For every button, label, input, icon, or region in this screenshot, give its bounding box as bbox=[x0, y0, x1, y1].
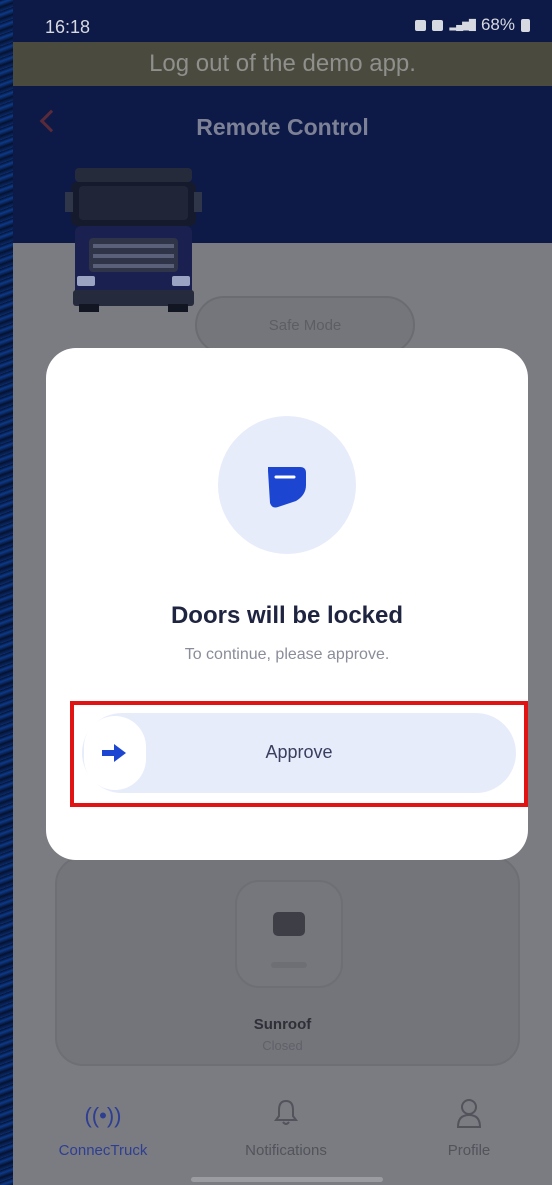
door-icon bbox=[268, 467, 306, 508]
approve-label: Approve bbox=[265, 742, 333, 762]
demo-logout-banner[interactable]: Log out of the demo app. bbox=[13, 42, 552, 86]
background-wallpaper-strip bbox=[0, 0, 13, 1185]
nav-label-notifications: Notifications bbox=[245, 1142, 327, 1159]
battery-percent: 68% bbox=[480, 15, 515, 34]
nav-item-notifications[interactable]: Notifications bbox=[216, 1098, 356, 1159]
bottom-navigation: ((•)) ConnecTruck Notifications Profile bbox=[13, 1082, 552, 1185]
signal-icon: ▂▄▆█ bbox=[449, 19, 476, 31]
door-icon-badge bbox=[218, 416, 356, 554]
nav-item-profile[interactable]: Profile bbox=[399, 1098, 539, 1159]
page-title: Remote Control bbox=[196, 114, 369, 140]
connectivity-icon: ((•)) bbox=[84, 1103, 122, 1128]
sunroof-icon bbox=[273, 912, 305, 936]
nav-item-connectruck[interactable]: ((•)) ConnecTruck bbox=[33, 1098, 173, 1159]
person-icon bbox=[399, 1098, 539, 1134]
battery-icon bbox=[521, 18, 530, 32]
sunroof-label: Sunroof bbox=[253, 1016, 312, 1033]
dialog-subtitle: To continue, please approve. bbox=[184, 646, 390, 663]
truck-image bbox=[65, 168, 202, 312]
sunroof-status: Closed bbox=[262, 1038, 303, 1053]
bell-icon bbox=[216, 1098, 356, 1134]
home-indicator bbox=[191, 1177, 383, 1182]
notification-icon bbox=[415, 19, 427, 31]
phone-screen: 16:18 ▂▄▆█ 68% Log out of the demo app. … bbox=[13, 0, 552, 1185]
safe-mode-button[interactable]: Safe Mode bbox=[195, 296, 415, 354]
nav-bar: Remote Control bbox=[13, 96, 552, 156]
status-icons: ▂▄▆█ 68% bbox=[415, 15, 530, 35]
nav-label-connectruck: ConnecTruck bbox=[58, 1142, 148, 1159]
status-bar: 16:18 ▂▄▆█ 68% bbox=[13, 0, 552, 48]
status-time: 16:18 bbox=[45, 17, 91, 37]
nav-label-profile: Profile bbox=[447, 1142, 491, 1159]
sunroof-indicator bbox=[271, 962, 307, 968]
dialog-title: Doors will be locked bbox=[170, 602, 404, 629]
alarm-icon bbox=[432, 19, 444, 31]
